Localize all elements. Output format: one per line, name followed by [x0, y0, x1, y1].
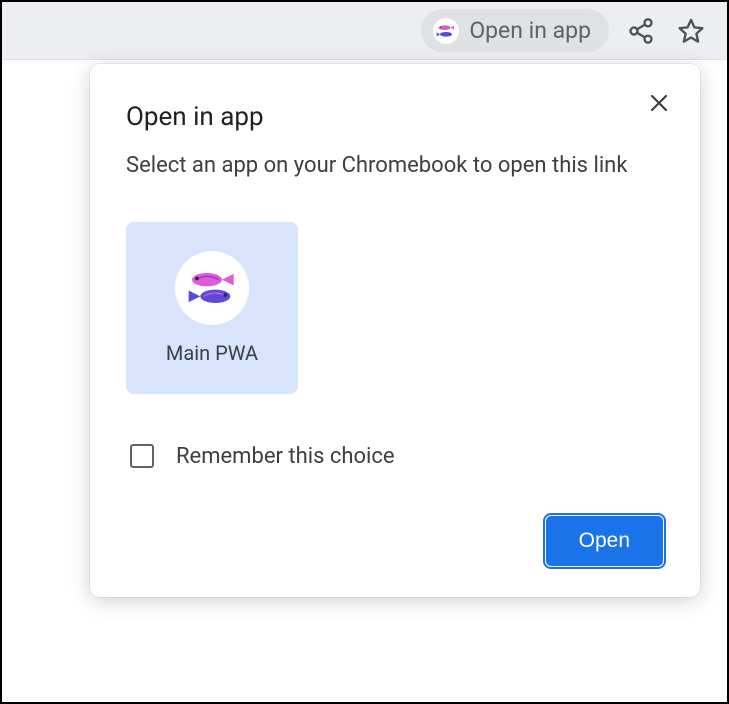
dialog-actions: Open [126, 515, 664, 567]
remember-label: Remember this choice [176, 444, 395, 469]
remember-choice-row: Remember this choice [126, 444, 664, 469]
star-icon[interactable] [673, 13, 709, 49]
pill-label: Open in app [469, 17, 591, 44]
share-icon[interactable] [623, 13, 659, 49]
dialog-title: Open in app [126, 102, 664, 132]
remember-checkbox[interactable] [130, 444, 154, 468]
open-button[interactable]: Open [545, 515, 664, 567]
app-list: Main PWA [126, 222, 664, 394]
pwa-app-icon [433, 18, 459, 44]
omnibox-bar: Open in app [2, 2, 727, 60]
open-in-app-dialog: Open in app Select an app on your Chrome… [90, 64, 700, 597]
open-in-app-pill[interactable]: Open in app [421, 9, 609, 52]
close-icon[interactable] [644, 88, 674, 118]
app-tile-main-pwa[interactable]: Main PWA [126, 222, 298, 394]
dialog-subtitle: Select an app on your Chromebook to open… [126, 150, 646, 182]
pwa-app-icon [175, 251, 249, 325]
app-name-label: Main PWA [166, 341, 258, 365]
